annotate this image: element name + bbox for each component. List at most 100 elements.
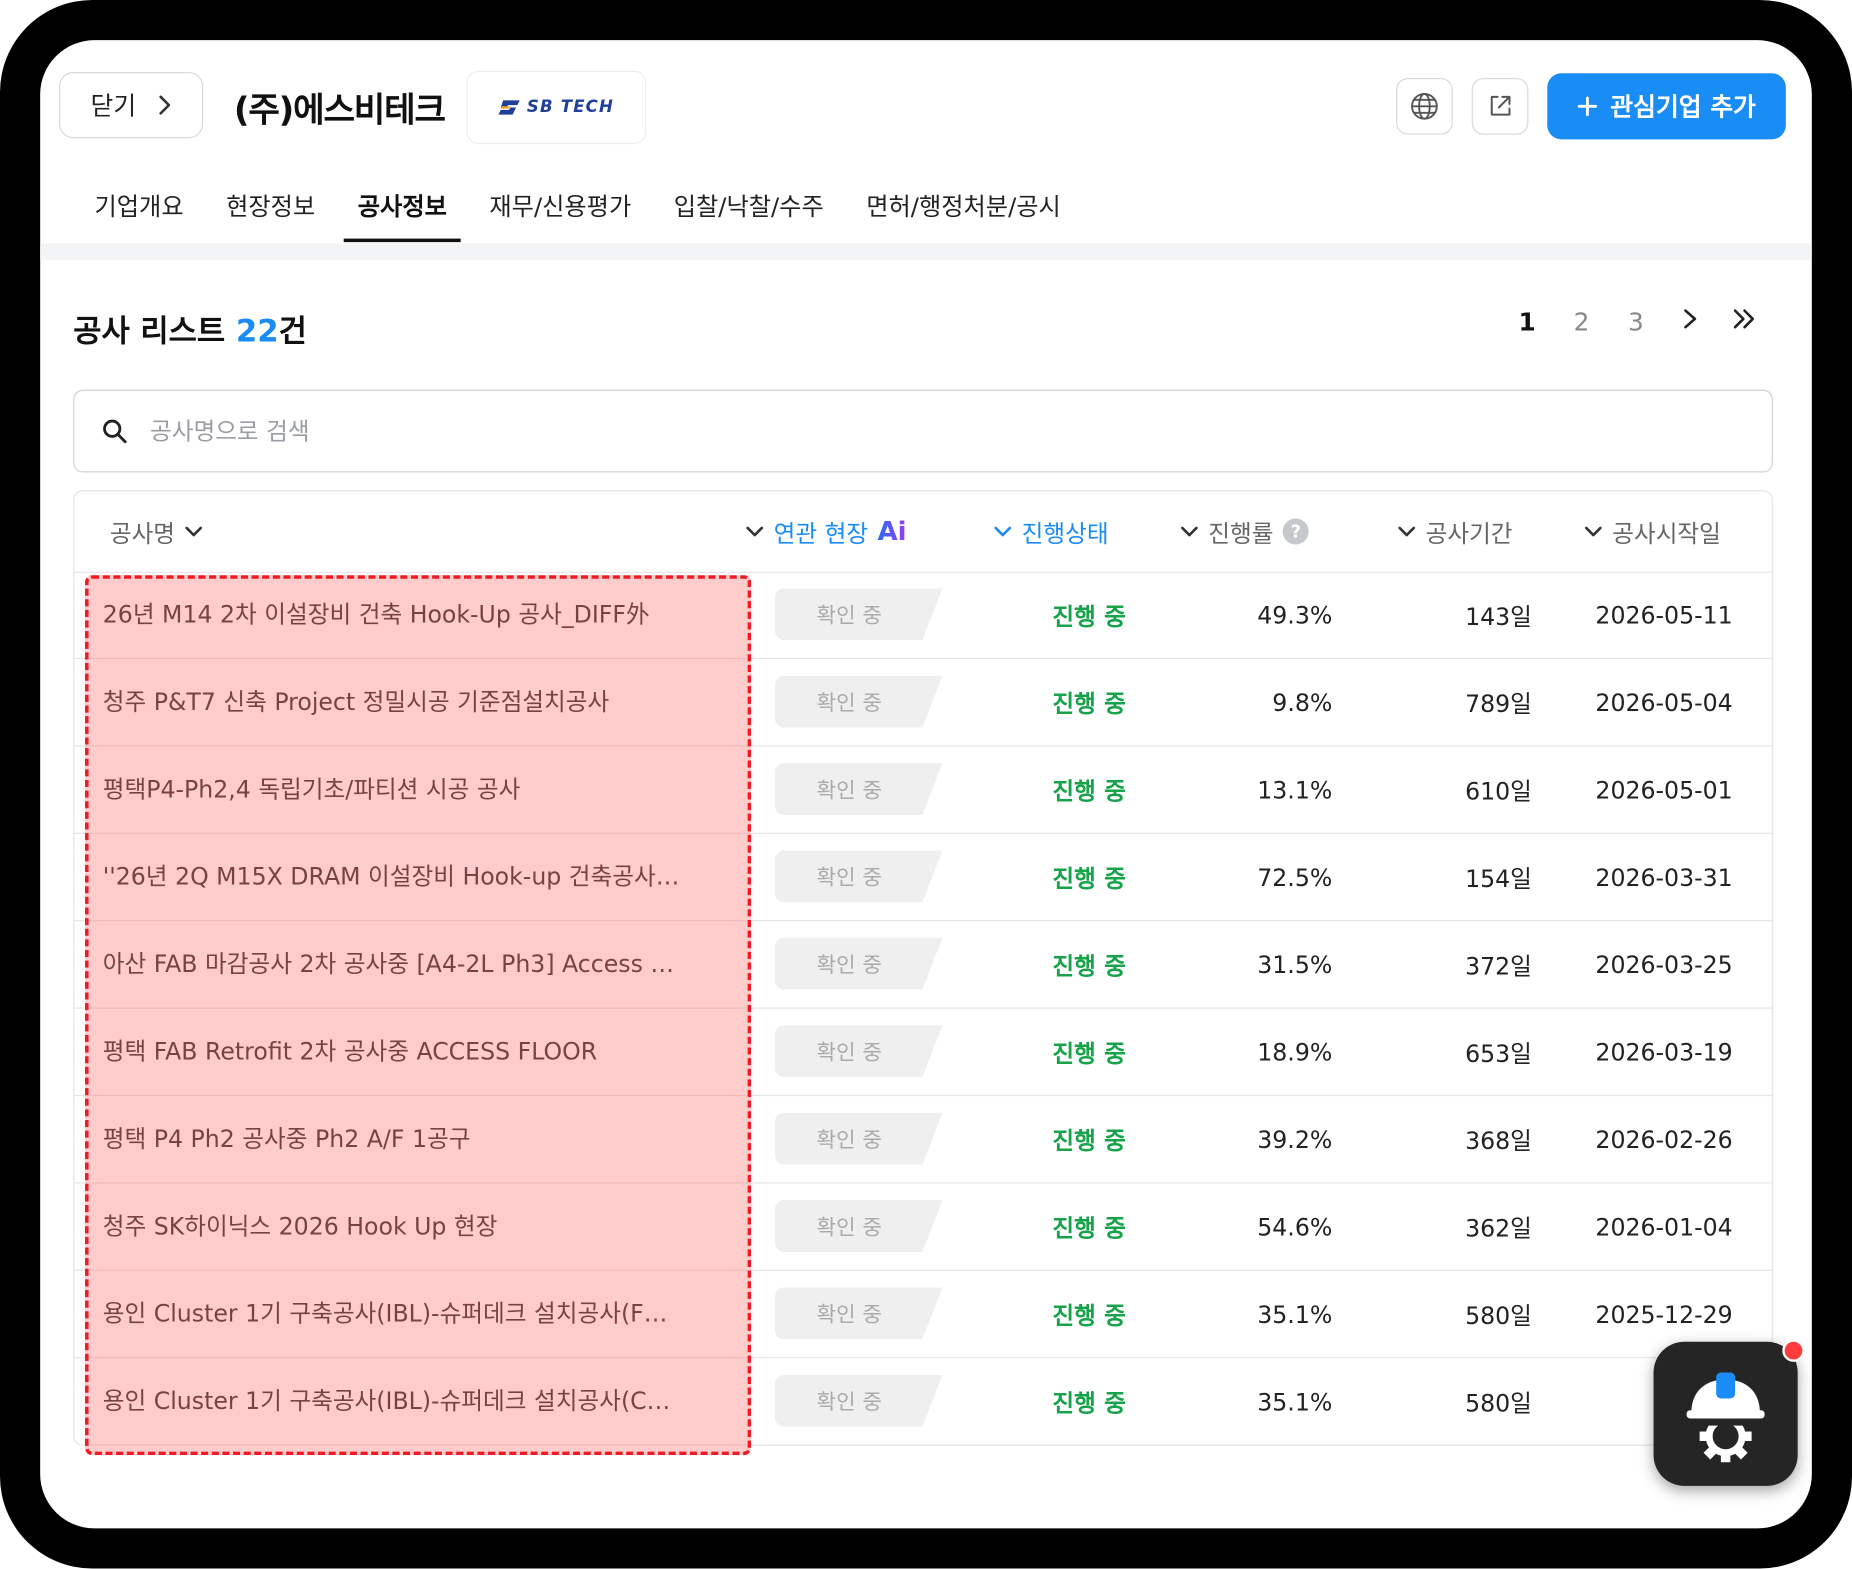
pagination: 1 2 3 [1500, 307, 1772, 337]
column-related-site[interactable]: 연관 현장 Ai [745, 491, 907, 571]
close-button[interactable]: 닫기 [59, 72, 204, 139]
progress-rate: 9.8% [1272, 688, 1333, 717]
page-1[interactable]: 1 [1500, 308, 1554, 336]
status-text: 진행 중 [1052, 864, 1126, 893]
tab-overview[interactable]: 기업개요 [80, 170, 197, 239]
construction-period: 580일 [1465, 1388, 1532, 1418]
construction-name[interactable]: 평택P4-Ph2,4 독립기초/파티션 시공 공사 [103, 746, 694, 832]
start-date: 2026-03-19 [1595, 1037, 1733, 1066]
ai-badge: Ai [877, 516, 907, 547]
table-row[interactable]: 청주 SK하이닉스 2026 Hook Up 현장 확인 중 진행 중 54.6% 36… [74, 1183, 1772, 1271]
external-link-icon [1490, 95, 1511, 116]
table-row[interactable]: 26년 M14 2차 이설장비 건축 Hook-Up 공사_DIFF外 확인 중 진… [74, 572, 1772, 660]
construction-name[interactable]: 평택 P4 Ph2 공사중 Ph2 A/F 1공구 [103, 1096, 694, 1182]
related-site-badge: 확인 중 [774, 1112, 943, 1165]
construction-table: 공사명 연관 현장 Ai 진행상태 진행률 ? 공사기간 공사시작일 26년 M… [73, 490, 1773, 1446]
add-interest-company-button[interactable]: 관심기업 추가 [1547, 73, 1786, 140]
tab-construction-info[interactable]: 공사정보 [343, 170, 462, 243]
construction-name[interactable]: 26년 M14 2차 이설장비 건축 Hook-Up 공사_DIFF外 [103, 572, 694, 658]
progress-rate: 13.1% [1257, 775, 1333, 804]
construction-name[interactable]: 청주 P&T7 신축 Project 정밀시공 기준점설치공사 [103, 659, 694, 745]
chevron-right-icon [1684, 309, 1697, 329]
column-period[interactable]: 공사기간 [1397, 491, 1513, 571]
plus-icon [1578, 96, 1598, 116]
status-text: 진행 중 [1052, 1126, 1126, 1156]
construction-name[interactable]: 용인 Cluster 1기 구축공사(IBL)-슈퍼데크 설치공사(F… [103, 1271, 694, 1357]
construction-name[interactable]: 용인 Cluster 1기 구축공사(IBL)-슈퍼데크 설치공사(C… [103, 1358, 694, 1444]
page-3[interactable]: 3 [1609, 308, 1663, 336]
table-row[interactable]: 용인 Cluster 1기 구축공사(IBL)-슈퍼데크 설치공사(C… 확인 중… [74, 1358, 1772, 1445]
progress-rate: 72.5% [1257, 862, 1333, 892]
close-label: 닫기 [90, 92, 137, 121]
status-text: 진행 중 [1052, 1388, 1126, 1418]
chevron-down-icon [1584, 526, 1602, 537]
progress-rate: 31.5% [1257, 950, 1333, 979]
table-row[interactable]: 용인 Cluster 1기 구축공사(IBL)-슈퍼데크 설치공사(F… 확인 중… [74, 1271, 1772, 1359]
company-logo: SB TECH [466, 70, 647, 145]
help-icon[interactable]: ? [1282, 518, 1309, 545]
start-date: 2026-05-01 [1595, 775, 1733, 804]
tab-bidding[interactable]: 입찰/낙찰/수주 [660, 170, 838, 239]
construction-period: 653일 [1465, 1039, 1532, 1068]
status-text: 진행 중 [1052, 1301, 1126, 1330]
table-row[interactable]: 평택 P4 Ph2 공사중 Ph2 A/F 1공구 확인 중 진행 중 39.2% 36… [74, 1096, 1772, 1184]
column-start-date[interactable]: 공사시작일 [1584, 491, 1721, 571]
table-body: 26년 M14 2차 이설장비 건축 Hook-Up 공사_DIFF外 확인 중진… [74, 572, 1772, 1445]
column-name[interactable]: 공사명 [110, 491, 204, 571]
start-date: 2026-03-25 [1595, 950, 1733, 979]
tab-finance-credit[interactable]: 재무/신용평가 [475, 170, 645, 239]
table-row[interactable]: 청주 P&T7 신축 Project 정밀시공 기준점설치공사 확인 중 진행 중 9… [74, 659, 1772, 747]
tab-site-info[interactable]: 현장정보 [212, 170, 329, 239]
last-page-button[interactable] [1717, 307, 1771, 337]
construction-period: 580일 [1465, 1301, 1532, 1330]
construction-name[interactable]: ''26년 2Q M15X DRAM 이설장비 Hook-up 건축공사… [103, 834, 694, 920]
construction-name[interactable]: 아산 FAB 마감공사 2차 공사중 [A4-2L Ph3] Access … [103, 921, 694, 1007]
open-external-button[interactable] [1471, 77, 1529, 135]
chevron-down-icon [1181, 526, 1198, 537]
column-progress-rate[interactable]: 진행률 ? [1180, 491, 1309, 571]
search-input[interactable] [147, 415, 1570, 447]
construction-period: 154일 [1465, 864, 1532, 893]
chevron-down-icon [1398, 526, 1416, 537]
chevron-down-icon [746, 526, 764, 537]
hardhat-gear-icon [1686, 1372, 1765, 1463]
progress-rate: 18.9% [1257, 1037, 1333, 1066]
table-row[interactable]: 평택 FAB Retrofit 2차 공사중 ACCESS FLOOR 확인 중 진… [74, 1009, 1772, 1097]
double-chevron-right-icon [1733, 309, 1755, 329]
start-date: 2026-05-11 [1595, 600, 1733, 629]
related-site-badge: 확인 중 [774, 1025, 943, 1078]
search-icon [103, 419, 127, 444]
construction-period: 372일 [1465, 951, 1532, 981]
page-2[interactable]: 2 [1554, 308, 1608, 336]
start-date: 2026-05-04 [1595, 688, 1733, 717]
construction-period: 143일 [1465, 602, 1532, 631]
construction-name[interactable]: 평택 FAB Retrofit 2차 공사중 ACCESS FLOOR [103, 1009, 694, 1095]
progress-rate: 54.6% [1257, 1212, 1333, 1241]
related-site-badge: 확인 중 [774, 1200, 943, 1252]
next-page-button[interactable] [1663, 307, 1717, 337]
status-text: 진행 중 [1052, 1039, 1126, 1068]
start-date: 2026-02-26 [1595, 1125, 1733, 1154]
progress-rate: 35.1% [1257, 1299, 1333, 1329]
table-row[interactable]: 아산 FAB 마감공사 2차 공사중 [A4-2L Ph3] Access … 확… [74, 921, 1772, 1009]
table-row[interactable]: ''26년 2Q M15X DRAM 이설장비 Hook-up 건축공사… 확인 … [74, 834, 1772, 922]
status-text: 진행 중 [1052, 1214, 1126, 1243]
start-date: 2026-03-31 [1595, 862, 1733, 892]
table-row[interactable]: 평택P4-Ph2,4 독립기초/파티션 시공 공사 확인 중 진행 중 13.1% 61… [74, 746, 1772, 834]
device-frame: 닫기 (주)에스비테크 SB TECH 관심기업 추가 기업개요 현장정보 공사… [0, 0, 1852, 1569]
search-box [73, 389, 1773, 473]
related-site-badge: 확인 중 [774, 1287, 943, 1340]
helper-bot-button[interactable] [1653, 1339, 1805, 1486]
column-status[interactable]: 진행상태 [993, 491, 1109, 571]
chevron-down-icon [994, 526, 1012, 537]
tab-license-disclosure[interactable]: 면허/행정처분/공시 [852, 170, 1075, 239]
company-name: (주)에스비테크 [233, 89, 446, 130]
status-text: 진행 중 [1052, 777, 1126, 806]
related-site-badge: 확인 중 [774, 937, 943, 990]
construction-period: 610일 [1465, 777, 1532, 806]
construction-name[interactable]: 청주 SK하이닉스 2026 Hook Up 현장 [103, 1183, 694, 1269]
tab-bar: 기업개요 현장정보 공사정보 재무/신용평가 입찰/낙찰/수주 면허/행정처분/… [80, 170, 1089, 243]
related-site-badge: 확인 중 [774, 850, 943, 903]
status-text: 진행 중 [1052, 951, 1126, 981]
globe-button[interactable] [1396, 77, 1453, 135]
